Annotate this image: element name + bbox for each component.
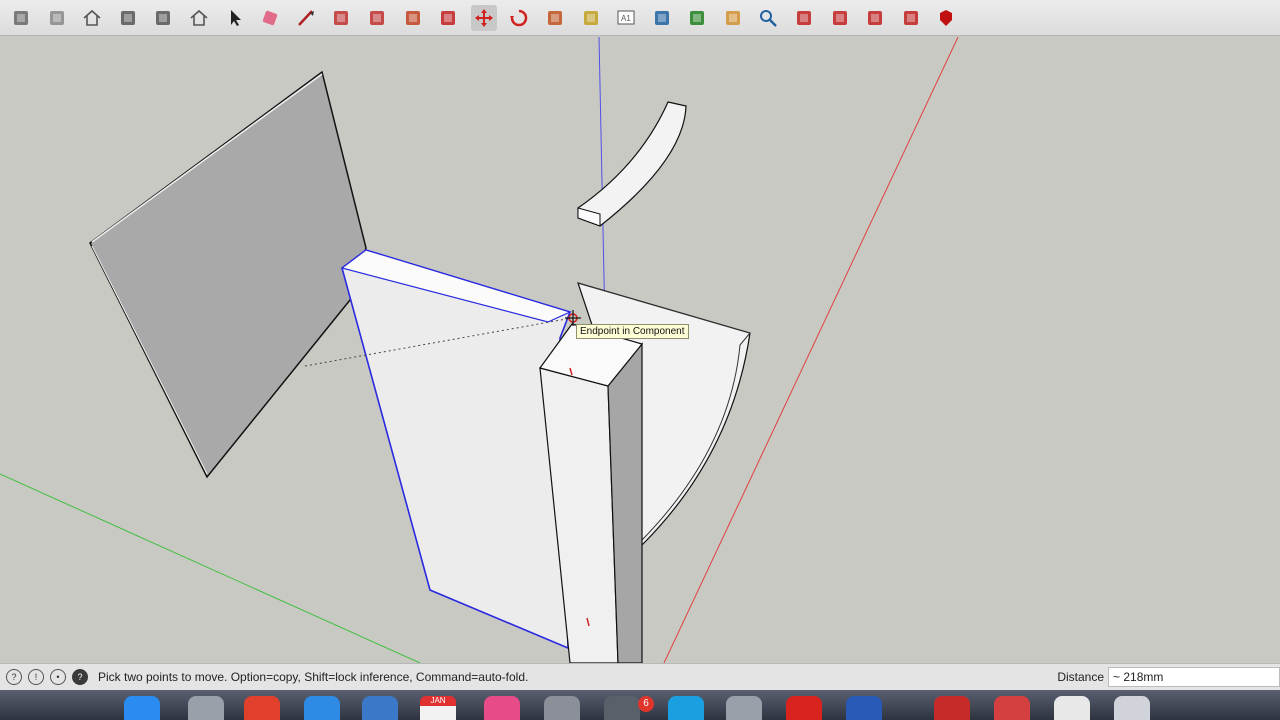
eraser-icon [263,10,278,25]
extension-warehouse-icon [156,10,171,25]
modeling-viewport[interactable]: Endpoint in Component [0,37,1280,663]
house-outline-tool-button[interactable] [186,5,212,31]
main-toolbar: A1 [0,0,1280,36]
extension-warehouse-tool-button[interactable] [150,5,176,31]
floating-curved-piece[interactable] [577,101,687,227]
zoom-icon [760,9,778,27]
style-builder-icon [903,10,918,25]
app-store-badge: 6 [638,696,654,712]
zoom-tool-button[interactable] [755,5,781,31]
zoom-extents-tool-button[interactable] [791,5,817,31]
home-icon [83,9,101,26]
geo-location-icon[interactable]: ? [6,669,22,685]
measurement-input[interactable]: ~ 218mm [1108,667,1280,687]
itunes-icon[interactable] [484,696,520,720]
eraser-tool-button[interactable] [257,5,283,31]
select-arrow-tool-button[interactable] [222,5,248,31]
system-preferences-icon[interactable] [544,696,580,720]
push-pull-tool-button[interactable] [400,5,426,31]
rotate-icon [510,9,528,26]
getting-started-icon [14,10,28,25]
documents-icon[interactable] [1054,696,1090,720]
user-icon[interactable]: • [50,669,66,685]
scene-canvas[interactable] [0,37,1280,663]
text-tool-button[interactable]: A1 [613,5,639,31]
svg-text:A1: A1 [621,14,631,23]
offset-tool-button[interactable] [435,5,461,31]
chrome-icon[interactable] [244,696,280,720]
getting-started-tool-button[interactable] [8,5,34,31]
scale-tool-button[interactable] [542,5,568,31]
screen-recorder-icon[interactable] [846,696,882,720]
layout-icon [868,10,883,25]
automator-icon[interactable] [188,696,224,720]
push-pull-icon [405,10,420,25]
move-tool-button[interactable] [470,4,497,31]
ruby-icon [940,9,953,26]
safari-icon[interactable] [304,696,340,720]
house-outline-icon [190,9,208,26]
finder-icon[interactable] [124,696,160,720]
zoom-extents-icon [797,10,812,25]
open-file-tool-button[interactable] [44,5,70,31]
pencil-line-icon [297,9,314,26]
credits-icon[interactable]: ! [28,669,44,685]
pan-tool-button[interactable] [720,5,746,31]
home-tool-button[interactable] [79,5,105,31]
sketchup-window: A1 Endpoint in Component ? ! • ? Pick tw… [0,0,1280,720]
inference-tooltip: Endpoint in Component [576,324,689,339]
section-plane-tool-button[interactable] [827,5,853,31]
orbit-tool-button[interactable] [684,5,710,31]
rotate-tool-button[interactable] [506,5,532,31]
orbit-icon [690,10,705,25]
rectangle-shape-tool-button[interactable] [364,5,390,31]
rectangle-shape-icon [369,10,384,25]
tape-measure-tool-button[interactable] [578,5,604,31]
measurement-label: Distance [1057,670,1104,684]
paint-bucket-tool-button[interactable] [649,5,675,31]
move-icon [474,8,493,27]
layout-tool-button[interactable] [862,5,888,31]
green-axis [0,473,421,663]
photo-booth-icon[interactable] [994,696,1030,720]
grey-panel[interactable] [89,70,367,479]
paint-bucket-icon [654,10,669,25]
arc-tool-button[interactable] [328,5,354,31]
warehouse-icon [120,10,135,25]
ruby-tool-button[interactable] [933,5,959,31]
scale-icon [547,10,562,25]
pan-icon [725,10,740,25]
calendar-month: JAN [420,696,456,706]
record-app-icon[interactable] [934,696,970,720]
calendar-icon[interactable]: JAN [420,696,456,720]
status-message: Pick two points to move. Option=copy, Sh… [98,670,529,684]
text-icon: A1 [617,10,635,24]
select-arrow-icon [230,9,241,26]
help-icon[interactable]: ? [72,669,88,685]
offset-icon [441,10,456,25]
style-builder-tool-button[interactable] [898,5,924,31]
warehouse-tool-button[interactable] [115,5,141,31]
automator-robot-icon[interactable] [726,696,762,720]
app-store-icon[interactable] [604,696,640,720]
trash-icon[interactable] [1114,696,1150,720]
measurements-box: Distance ~ 218mm [1057,664,1280,690]
preview-icon[interactable] [362,696,398,720]
section-plane-icon [832,10,847,25]
pencil-line-tool-button[interactable] [293,5,319,31]
status-bar: ?! •? Pick two points to move. Option=cop… [0,663,1280,690]
open-file-icon [49,10,64,25]
tape-measure-icon [583,10,598,25]
arc-icon [334,10,349,25]
skype-icon[interactable] [668,696,704,720]
sketchup-icon[interactable] [786,696,822,720]
